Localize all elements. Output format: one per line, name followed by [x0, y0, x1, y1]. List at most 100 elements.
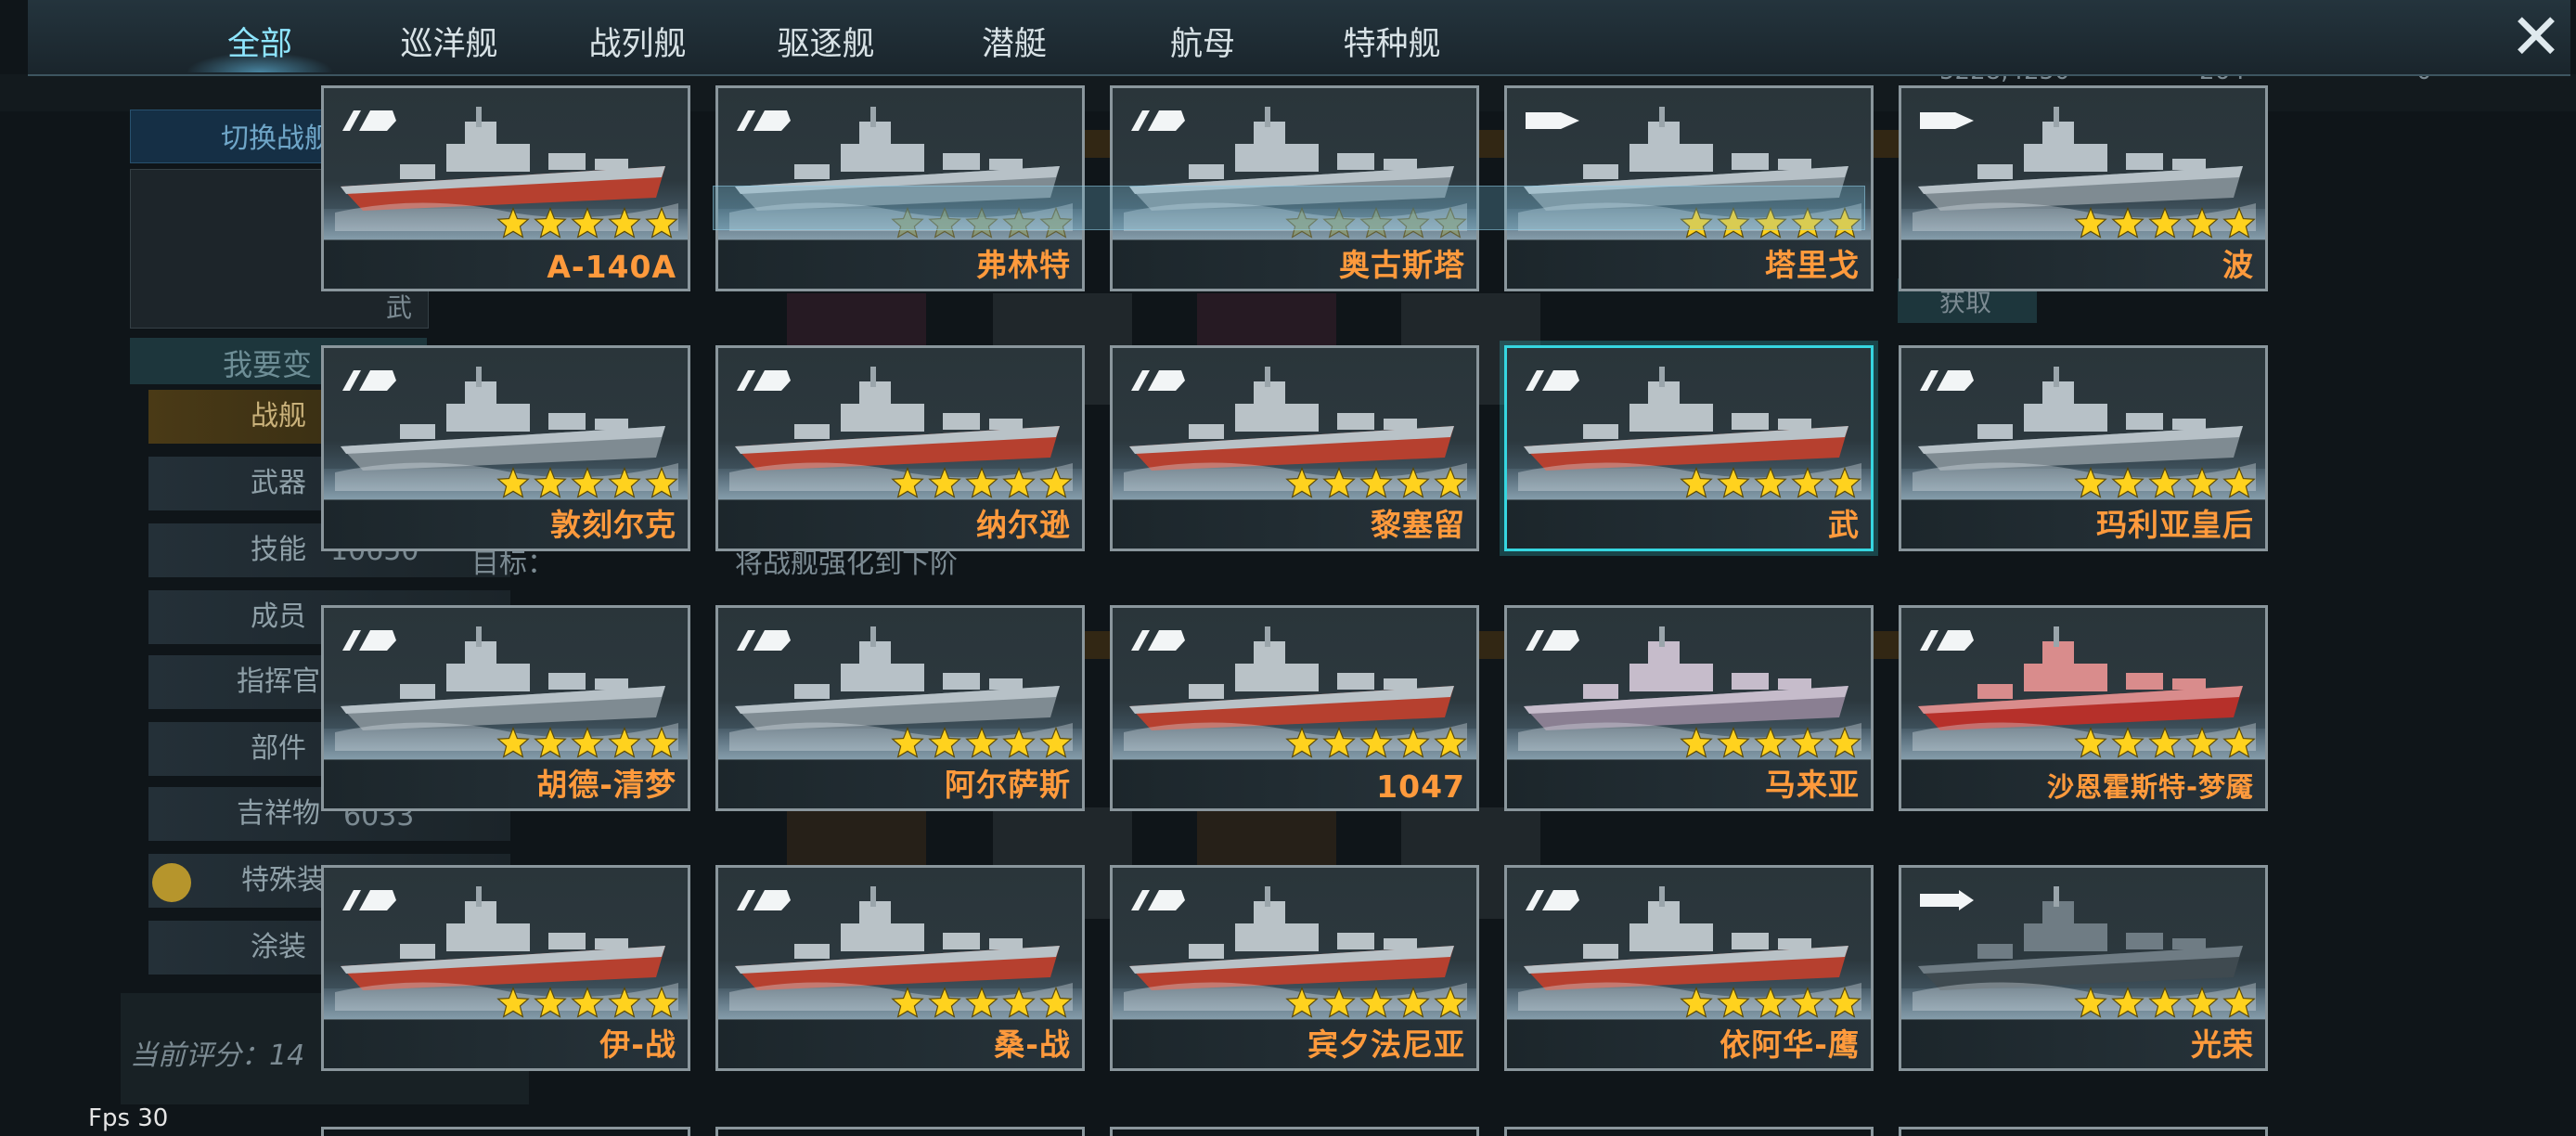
ship-card[interactable]: 黎塞留 — [1110, 345, 1479, 551]
star-icon — [2185, 987, 2219, 1018]
star-icon — [496, 467, 530, 498]
ship-card[interactable]: 依阿华-鹰 — [1504, 865, 1874, 1071]
next-row-card-edge — [1110, 1127, 1479, 1136]
tab-cruiser[interactable]: 巡洋舰 — [366, 0, 533, 74]
star-icon — [2074, 467, 2107, 498]
ship-name: 伊-战 — [599, 1026, 676, 1063]
ship-class-battleship-icon — [1131, 370, 1185, 391]
star-rating — [1285, 727, 1467, 758]
ship-card[interactable]: 沙恩霍斯特-梦魇 — [1899, 605, 2268, 811]
star-icon — [1680, 987, 1713, 1018]
star-icon — [965, 727, 998, 758]
star-icon — [2222, 207, 2256, 239]
star-icon — [1754, 467, 1787, 498]
next-row-card-edge — [715, 1127, 1085, 1136]
ship-card[interactable]: 阿尔萨斯 — [715, 605, 1085, 811]
ship-name: 波 — [2222, 247, 2254, 283]
ship-card[interactable]: 马来亚 — [1504, 605, 1874, 811]
tab-battleship[interactable]: 战列舰 — [554, 0, 721, 74]
ship-name: A-140A — [547, 249, 676, 285]
star-icon — [2185, 207, 2219, 239]
star-icon — [1039, 987, 1073, 1018]
star-icon — [1717, 727, 1750, 758]
tab-submarine[interactable]: 潜艇 — [931, 0, 1098, 74]
star-rating — [891, 727, 1073, 758]
ship-class-arrow-icon — [1920, 112, 1974, 129]
star-icon — [1002, 467, 1036, 498]
star-icon — [645, 727, 678, 758]
fps-counter: Fps 30 — [88, 1104, 169, 1132]
star-icon — [571, 727, 604, 758]
ship-class-battleship-icon — [737, 890, 791, 910]
ship-card[interactable]: 宾夕法尼亚 — [1110, 865, 1479, 1071]
ship-card[interactable]: 桑-战 — [715, 865, 1085, 1071]
ship-card[interactable]: 敦刻尔克 — [321, 345, 690, 551]
next-row-card-edge — [321, 1127, 690, 1136]
ship-name: 1047 — [1376, 768, 1465, 805]
bg-want-label: 我要变 — [223, 347, 313, 382]
star-icon — [608, 987, 641, 1018]
ship-card[interactable]: A-140A — [321, 85, 690, 291]
star-icon — [2111, 207, 2145, 239]
star-icon — [891, 467, 924, 498]
star-icon — [1285, 467, 1319, 498]
ship-card[interactable]: 1047 — [1110, 605, 1479, 811]
star-icon — [1039, 727, 1073, 758]
tab-carrier[interactable]: 航母 — [1119, 0, 1286, 74]
ship-card[interactable]: 伊-战 — [321, 865, 690, 1071]
ship-name: 桑-战 — [994, 1026, 1071, 1063]
star-icon — [2222, 467, 2256, 498]
star-icon — [1039, 467, 1073, 498]
star-icon — [1359, 727, 1393, 758]
star-icon — [928, 727, 961, 758]
star-icon — [1397, 467, 1430, 498]
star-icon — [608, 207, 641, 239]
star-icon — [534, 467, 567, 498]
ship-class-battleship-icon — [737, 630, 791, 651]
bg-special-device-badge — [152, 863, 191, 902]
star-icon — [2074, 207, 2107, 239]
ship-class-arrow-icon — [1526, 112, 1579, 129]
close-icon[interactable]: ✕ — [2505, 6, 2567, 70]
star-icon — [1680, 727, 1713, 758]
star-icon — [645, 467, 678, 498]
tab-destroyer[interactable]: 驱逐舰 — [742, 0, 909, 74]
star-icon — [1828, 727, 1861, 758]
star-icon — [965, 987, 998, 1018]
star-icon — [534, 207, 567, 239]
star-icon — [2148, 727, 2182, 758]
star-icon — [1754, 727, 1787, 758]
star-icon — [2148, 467, 2182, 498]
ship-card[interactable]: 武 — [1504, 345, 1874, 551]
star-icon — [608, 467, 641, 498]
star-icon — [1828, 987, 1861, 1018]
ship-card[interactable]: 纳尔逊 — [715, 345, 1085, 551]
ship-class-battleship-icon — [737, 370, 791, 391]
ship-name: 沙恩霍斯特-梦魇 — [2046, 771, 2254, 803]
tab-special[interactable]: 特种舰 — [1308, 0, 1475, 74]
star-icon — [2148, 207, 2182, 239]
ship-name: 宾夕法尼亚 — [1307, 1026, 1465, 1063]
star-icon — [496, 987, 530, 1018]
star-icon — [1359, 467, 1393, 498]
ship-card[interactable]: 玛利亚皇后 — [1899, 345, 2268, 551]
star-icon — [1791, 987, 1824, 1018]
ship-name: 黎塞留 — [1371, 507, 1465, 543]
ship-card[interactable]: 胡德-清梦 — [321, 605, 690, 811]
bg-ship-label: 武 — [386, 292, 413, 323]
bg-score-label: 当前评分：14 — [130, 1039, 305, 1072]
star-rating — [496, 207, 678, 239]
tab-all[interactable]: 全部 — [176, 0, 343, 74]
bg-switch-ship-label: 切换战舰 — [221, 123, 332, 155]
ship-name: 玛利亚皇后 — [2096, 507, 2254, 543]
star-icon — [645, 987, 678, 1018]
ship-card[interactable]: 光荣 — [1899, 865, 2268, 1071]
ship-class-battleship-icon — [342, 890, 396, 910]
star-icon — [2222, 987, 2256, 1018]
star-rating — [2074, 727, 2256, 758]
category-tab-bar: 全部 巡洋舰 战列舰 驱逐舰 潜艇 航母 特种舰 — [28, 0, 2570, 76]
star-icon — [571, 207, 604, 239]
star-rating — [1285, 467, 1467, 498]
star-icon — [1359, 987, 1393, 1018]
ship-card[interactable]: 波 — [1899, 85, 2268, 291]
